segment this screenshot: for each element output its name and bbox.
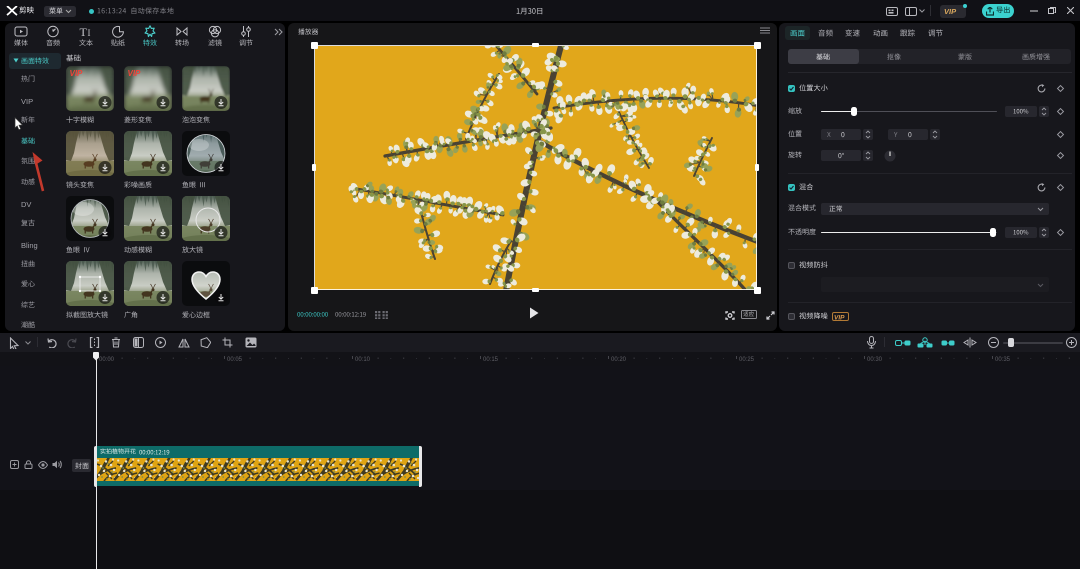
svg-text:VIP: VIP — [944, 7, 957, 15]
svg-text:Bling: Bling — [21, 241, 38, 250]
svg-text:I: I — [87, 28, 90, 38]
svg-text:VIP: VIP — [834, 314, 845, 320]
svg-text:00:25: 00:25 — [739, 357, 755, 363]
svg-text:00:15: 00:15 — [483, 357, 499, 363]
svg-text:DV: DV — [21, 200, 31, 209]
svg-text:00:10: 00:10 — [355, 357, 371, 363]
svg-text:00:00: 00:00 — [99, 357, 115, 363]
svg-text:VIP: VIP — [128, 69, 142, 78]
svg-text:00:05: 00:05 — [227, 357, 243, 363]
svg-text:00:20: 00:20 — [611, 357, 627, 363]
svg-text:VIP: VIP — [70, 69, 84, 78]
svg-text:00:30: 00:30 — [867, 357, 883, 363]
svg-text:VIP: VIP — [21, 97, 33, 106]
svg-text:T: T — [79, 25, 87, 38]
svg-text:00:35: 00:35 — [995, 357, 1011, 363]
